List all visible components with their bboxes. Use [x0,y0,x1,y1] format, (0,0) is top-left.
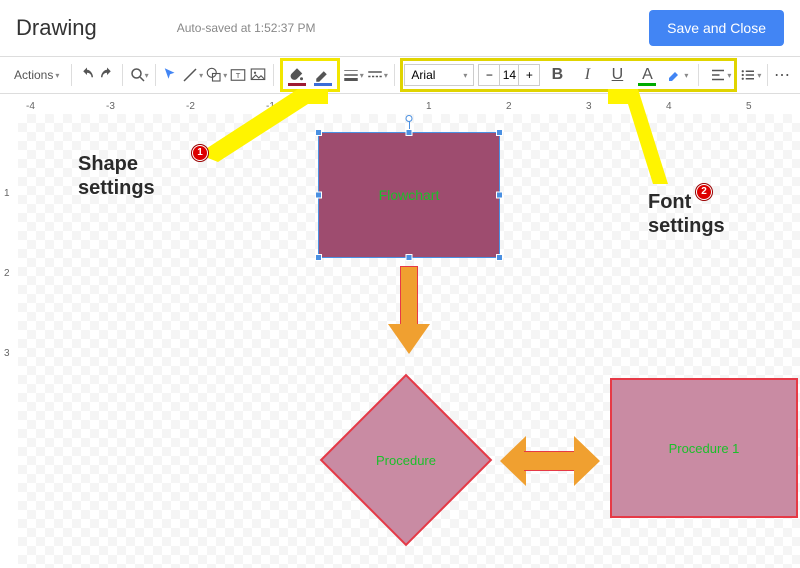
procedure-diamond[interactable]: Procedure [320,374,492,546]
border-weight-button[interactable]: ▾ [342,62,364,88]
font-size-increase[interactable]: + [519,65,539,85]
font-size-value[interactable]: 14 [499,65,519,85]
font-size-control[interactable]: − 14 + [478,64,540,86]
italic-button[interactable]: I [574,62,600,88]
svg-text:T: T [236,71,241,80]
annotation-arrow-1 [188,84,338,164]
vertical-ruler: 1 2 3 [0,114,18,568]
drawing-canvas[interactable]: 1 Shape settings 2 Font settings Flowcha… [18,114,800,568]
canvas-area: 1 2 3 1 Shape settings 2 Font settings F… [0,114,800,568]
font-size-decrease[interactable]: − [479,65,499,85]
more-button[interactable]: ⋯ [774,62,792,88]
badge-2: 2 [696,184,712,200]
redo-button[interactable] [98,62,116,88]
header: Drawing Auto-saved at 1:52:37 PM Save an… [0,0,800,56]
annotation-arrow-2 [598,84,718,194]
procedure-1-rect[interactable]: Procedure 1 [610,378,798,518]
autosave-status: Auto-saved at 1:52:37 PM [177,21,649,35]
save-and-close-button[interactable]: Save and Close [649,10,784,46]
arrow-bidirectional-shape[interactable] [500,436,600,486]
select-tool[interactable] [161,62,179,88]
annotation-font-settings: 2 Font settings [648,190,725,238]
arrow-down-shape[interactable] [388,266,430,356]
actions-menu[interactable]: Actions▾ [8,64,65,86]
font-family-select[interactable]: Arial▾ [404,64,474,86]
bold-button[interactable]: B [544,62,570,88]
annotation-shape-settings: 1 Shape settings [78,152,155,200]
badge-1: 1 [192,145,208,161]
border-dash-button[interactable]: ▾ [366,62,388,88]
undo-button[interactable] [78,62,96,88]
list-button[interactable]: ▾ [739,62,761,88]
flowchart-rect-selected[interactable]: Flowchart [318,132,500,258]
zoom-button[interactable]: ▾ [129,62,149,88]
page-title: Drawing [16,15,97,41]
